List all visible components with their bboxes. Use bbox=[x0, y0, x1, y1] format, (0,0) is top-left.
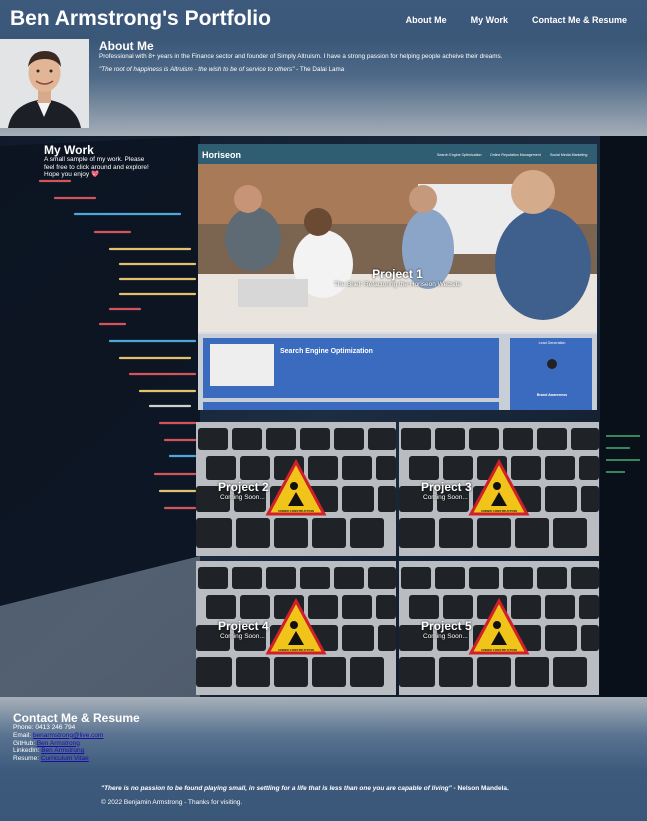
warning-sign-label: UNDER CONSTRUCTION bbox=[481, 509, 517, 513]
warning-sign-label: UNDER CONSTRUCTION bbox=[278, 509, 314, 513]
resume-link[interactable]: Curriculum Vitae bbox=[41, 755, 89, 762]
nav-about[interactable]: About Me bbox=[406, 15, 447, 25]
linkedin-label: LinkedIn: bbox=[13, 747, 42, 755]
project-4-card[interactable]: UNDER CONSTRUCTION Project 4 Coming Soon… bbox=[196, 561, 396, 695]
work-description: A small sample of my work. Please feel f… bbox=[44, 156, 149, 178]
project-4-label: Project 4 Coming Soon... bbox=[196, 619, 396, 640]
copyright: © 2022 Benjamin Armstrong - Thanks for v… bbox=[101, 799, 243, 806]
footer-quote: "There is no passion to be found playing… bbox=[101, 785, 509, 792]
project-5-card[interactable]: UNDER CONSTRUCTION Project 5 Coming Soon… bbox=[399, 561, 599, 695]
about-text: Professional with 8+ years in the Financ… bbox=[99, 53, 503, 60]
about-quote-author: - The Dalai Lama bbox=[294, 66, 345, 73]
avatar bbox=[0, 39, 89, 128]
contact-section: Contact Me & Resume Phone: 0413 246 794 … bbox=[0, 697, 647, 821]
phone-label: Phone: bbox=[13, 724, 36, 731]
contact-email-row: Email: benarmstrong@live.com bbox=[13, 732, 103, 740]
project-5-label: Project 5 Coming Soon... bbox=[399, 619, 599, 640]
about-quote: "The root of happiness is Altruism - the… bbox=[99, 66, 344, 73]
project-5-name: Project 5 bbox=[421, 619, 472, 633]
about-title: About Me bbox=[99, 39, 154, 53]
github-link[interactable]: Ben Armstrong bbox=[37, 740, 80, 747]
project-2-label: Project 2 Coming Soon... bbox=[196, 480, 396, 501]
work-section: My Work A small sample of my work. Pleas… bbox=[0, 136, 647, 697]
project-3-name: Project 3 bbox=[421, 480, 472, 494]
contact-title: Contact Me & Resume bbox=[13, 711, 140, 725]
nav-contact[interactable]: Contact Me & Resume bbox=[532, 15, 627, 25]
main-nav: About Me My Work Contact Me & Resume bbox=[406, 15, 627, 25]
email-label: Email: bbox=[13, 731, 33, 739]
github-label: GitHub: bbox=[13, 739, 37, 747]
project-4-subtitle: Coming Soon... bbox=[220, 633, 265, 640]
project-3-card[interactable]: UNDER CONSTRUCTION Project 3 Coming Soon… bbox=[399, 422, 599, 556]
project-2-name: Project 2 bbox=[218, 480, 269, 494]
horiseon-nav-seo: Search Engine Optimization bbox=[437, 153, 482, 157]
horiseon-brand-title: Brand Awareness bbox=[537, 393, 567, 397]
about-quote-text: "The root of happiness is Altruism - the… bbox=[99, 66, 295, 73]
contact-resume-row: Resume: Curriculum Vitae bbox=[13, 755, 103, 763]
horiseon-nav-smm: Social Media Marketing bbox=[550, 153, 587, 157]
horiseon-lead-title: Lead Generation bbox=[539, 341, 566, 345]
contact-phone-row: Phone: 0413 246 794 bbox=[13, 724, 103, 732]
about-section: About Me Professional with 8+ years in t… bbox=[0, 38, 647, 136]
horiseon-nav-orm: Online Reputation Management bbox=[490, 153, 541, 157]
project-2-subtitle: Coming Soon... bbox=[220, 494, 265, 501]
project-5-subtitle: Coming Soon... bbox=[423, 633, 468, 640]
project-1-label: Project 1 The Brief: Refactoring the Hor… bbox=[198, 267, 597, 288]
email-link[interactable]: benarmstrong@live.com bbox=[33, 732, 104, 739]
project-4-name: Project 4 bbox=[218, 619, 269, 633]
contact-details: Phone: 0413 246 794 Email: benarmstrong@… bbox=[13, 724, 103, 763]
contact-github-row: GitHub: Ben Armstrong bbox=[13, 740, 103, 748]
project-1-subtitle: The Brief: Refactoring the Horiseon Webs… bbox=[333, 281, 462, 288]
site-title: Ben Armstrong's Portfolio bbox=[10, 7, 271, 30]
contact-linkedin-row: LinkedIn: Ben Armstrong bbox=[13, 747, 103, 755]
project-2-card[interactable]: UNDER CONSTRUCTION Project 2 Coming Soon… bbox=[196, 422, 396, 556]
project-1-card[interactable]: Horiseon Search Engine Optimization Onli… bbox=[198, 144, 597, 410]
site-header: Ben Armstrong's Portfolio About Me My Wo… bbox=[0, 0, 647, 38]
warning-sign-label: UNDER CONSTRUCTION bbox=[481, 648, 517, 652]
nav-my-work[interactable]: My Work bbox=[471, 15, 508, 25]
phone-value: 0413 246 794 bbox=[35, 724, 76, 731]
footer-quote-text: "There is no passion to be found playing… bbox=[101, 785, 452, 792]
project-1-name: Project 1 bbox=[372, 267, 423, 281]
work-title: My Work bbox=[44, 143, 94, 157]
horiseon-brand: Horiseon bbox=[202, 150, 241, 160]
horiseon-seo-title: Search Engine Optimization bbox=[280, 348, 373, 355]
project-3-subtitle: Coming Soon... bbox=[423, 494, 468, 501]
project-3-label: Project 3 Coming Soon... bbox=[399, 480, 599, 501]
linkedin-link[interactable]: Ben Armstrong bbox=[41, 747, 84, 754]
resume-label: Resume: bbox=[13, 755, 41, 763]
warning-sign-label: UNDER CONSTRUCTION bbox=[278, 648, 314, 652]
footer-quote-author: - Nelson Mandela. bbox=[451, 785, 509, 792]
